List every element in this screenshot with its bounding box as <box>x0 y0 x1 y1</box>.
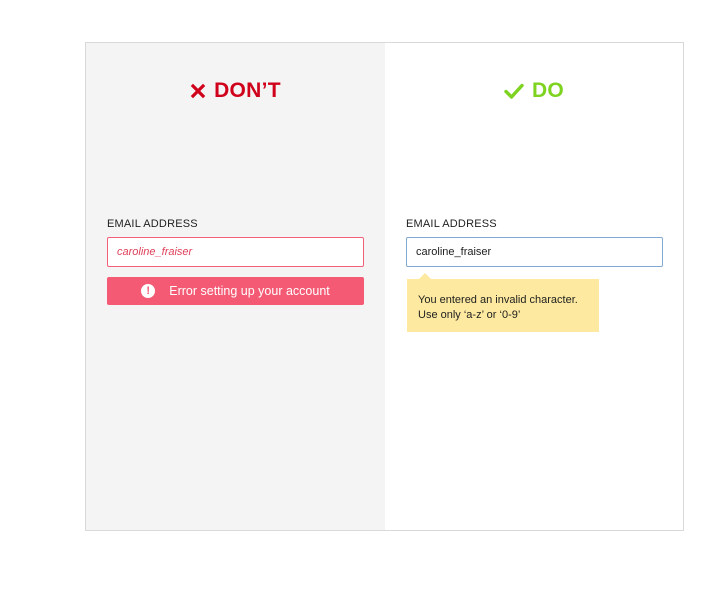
email-field-label: EMAIL ADDRESS <box>107 218 198 230</box>
do-heading-text: DO <box>531 79 565 102</box>
alert-circle-icon: ! <box>141 284 156 298</box>
tooltip-line: Use only ‘a-z’ or ‘0-9’ <box>418 309 521 321</box>
email-field[interactable]: caroline_fraiser <box>107 237 364 267</box>
email-field-label: EMAIL ADDRESS <box>406 218 497 230</box>
do-heading: DO <box>385 79 683 103</box>
email-field-value: caroline_fraiser <box>117 246 193 258</box>
dont-heading: DON’T <box>86 79 385 103</box>
email-field-value: caroline_fraiser <box>416 246 492 258</box>
dont-panel: DON’T EMAIL ADDRESS caroline_fraiser ! E… <box>86 43 385 530</box>
tooltip-line: You entered an invalid character. <box>418 294 578 306</box>
dont-heading-text: DON’T <box>214 79 281 102</box>
x-icon <box>190 83 206 99</box>
validation-tooltip: You entered an invalid character. Use on… <box>407 273 599 332</box>
error-message: Error setting up your account <box>169 284 330 298</box>
comparison-frame: DON’T EMAIL ADDRESS caroline_fraiser ! E… <box>85 42 684 531</box>
email-field[interactable]: caroline_fraiser <box>406 237 663 267</box>
checkmark-icon <box>504 83 524 99</box>
tooltip-arrow <box>419 273 431 279</box>
do-panel: DO EMAIL ADDRESS caroline_fraiser You en… <box>385 43 683 530</box>
error-banner: ! Error setting up your account <box>107 277 364 305</box>
